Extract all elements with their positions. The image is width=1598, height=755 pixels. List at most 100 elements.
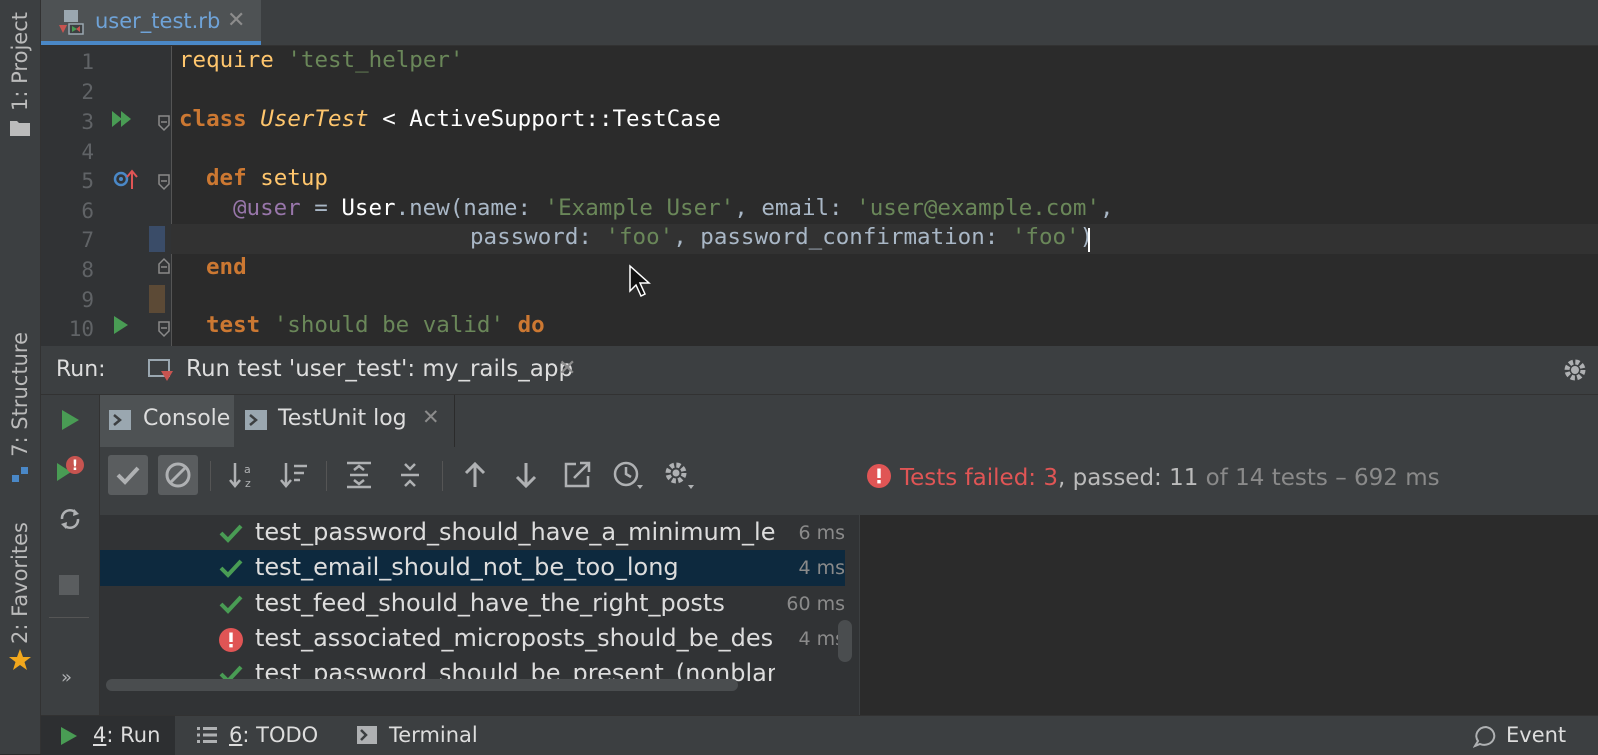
- ruby-test-file-icon: [59, 10, 84, 35]
- run-test-icon[interactable]: [112, 314, 130, 336]
- close-tab-icon[interactable]: ✕: [227, 8, 245, 33]
- text-caret: [1088, 228, 1090, 252]
- todo-list-icon: [197, 727, 217, 743]
- active-tab-indicator: [41, 41, 261, 45]
- run-tool-window-header: Run: Run test 'user_test': my_rails_app …: [41, 346, 1598, 395]
- history-clock-icon: [613, 461, 643, 489]
- terminal-tool-label: Terminal: [389, 723, 478, 747]
- sort-alpha-icon: az: [229, 463, 251, 490]
- code-line-6[interactable]: @user = User.new(name: 'Example User', e…: [233, 195, 1114, 221]
- expand-all-button[interactable]: [339, 455, 379, 495]
- run-config-label: Run test 'user_test': my_rails_app: [186, 356, 574, 382]
- code-line-10[interactable]: test 'should be valid' do: [206, 312, 545, 338]
- change-marker-modified: [149, 285, 165, 313]
- test-output-pane[interactable]: [860, 515, 1598, 715]
- close-log-tab-icon[interactable]: ✕: [422, 405, 440, 429]
- tab-console[interactable]: Console: [100, 395, 234, 447]
- test-runner-toolbar: az Tests failed: 3, passed: 11 of 14 tes…: [100, 447, 1598, 515]
- test-run-config-icon: [148, 359, 173, 381]
- check-icon: [116, 466, 140, 485]
- structure-icon: [12, 466, 28, 482]
- tree-horizontal-scrollbar[interactable]: [106, 679, 738, 691]
- fold-marker-icon[interactable]: [157, 173, 171, 191]
- fold-marker-icon[interactable]: [157, 114, 171, 132]
- arrow-down-icon: [515, 463, 537, 489]
- run-tool-label: 4: Run: [93, 723, 161, 747]
- passed-check-icon: [219, 524, 243, 543]
- test-row[interactable]: test_password_should_have_a_minimum_le 6…: [100, 515, 845, 551]
- change-marker: [149, 226, 165, 252]
- toolbar-divider: [442, 461, 443, 491]
- code-line-8[interactable]: end: [206, 254, 247, 280]
- test-status-summary: Tests failed: 3, passed: 11 of 14 tests …: [866, 463, 1440, 491]
- line-number: 2: [81, 80, 94, 104]
- svg-text:!: !: [72, 458, 78, 474]
- test-history-button[interactable]: [608, 455, 648, 495]
- editor-tab-label: user_test.rb: [95, 9, 221, 33]
- rerun-icon[interactable]: [58, 408, 82, 432]
- fold-marker-icon[interactable]: [157, 320, 171, 338]
- pane-splitter[interactable]: [859, 515, 860, 715]
- more-actions-icon[interactable]: »: [61, 667, 72, 688]
- toolbar-divider: [326, 461, 327, 491]
- test-row-selected[interactable]: test_email_should_not_be_too_long 4 ms: [100, 550, 845, 586]
- run-icon: [61, 727, 77, 745]
- test-row[interactable]: test_feed_should_have_the_right_posts 60…: [100, 586, 845, 622]
- toggle-auto-test-icon[interactable]: [56, 505, 84, 533]
- favorites-tool-label: 2: Favorites: [8, 522, 32, 644]
- export-results-button[interactable]: [557, 455, 597, 495]
- line-number: 3: [81, 110, 94, 134]
- event-log-button[interactable]: Event: [1473, 716, 1598, 755]
- collapse-all-button[interactable]: [390, 455, 430, 495]
- collapse-all-icon: [401, 463, 419, 487]
- rerun-failed-tests-icon[interactable]: !: [55, 455, 87, 485]
- code-line-5[interactable]: def setup: [206, 165, 328, 191]
- expand-all-icon: [347, 461, 371, 489]
- structure-tool-tab[interactable]: 7: Structure: [0, 332, 40, 485]
- show-passed-toggle[interactable]: [108, 455, 148, 495]
- editor-tab-user-test[interactable]: user_test.rb ✕: [41, 0, 261, 45]
- run-all-tests-icon[interactable]: [110, 109, 134, 129]
- sort-by-duration-button[interactable]: [274, 455, 314, 495]
- tree-clip: [760, 515, 772, 655]
- test-row[interactable]: test_associated_microposts_should_be_des…: [100, 621, 845, 657]
- next-failed-test-button[interactable]: [506, 455, 546, 495]
- code-line-1[interactable]: require 'test_helper': [179, 47, 463, 73]
- editor-tab-bar: [41, 0, 1598, 46]
- line-number: 1: [81, 50, 94, 74]
- failed-error-icon: [219, 628, 243, 652]
- previous-failed-test-button[interactable]: [455, 455, 495, 495]
- close-run-tab-icon[interactable]: ✕: [558, 356, 576, 381]
- stop-icon[interactable]: [59, 575, 79, 595]
- code-line-3[interactable]: class UserTest < ActiveSupport::TestCase: [179, 106, 721, 132]
- sort-duration-icon: [280, 463, 307, 488]
- tab-testunit-log[interactable]: TestUnit log ✕: [235, 395, 453, 447]
- toolbar-divider: [49, 617, 89, 618]
- line-number: 8: [81, 258, 94, 282]
- line-number: 6: [81, 199, 94, 223]
- project-tool-tab[interactable]: 1: Project: [0, 12, 40, 137]
- todo-tool-button[interactable]: 6: TODO: [196, 716, 346, 755]
- test-results-tree[interactable]: test_password_should_have_a_minimum_le 6…: [100, 515, 860, 715]
- settings-gear-icon[interactable]: [1561, 356, 1589, 384]
- toolbar-divider: [210, 461, 211, 491]
- code-line-7[interactable]: password: 'foo', password_confirmation: …: [470, 224, 1093, 250]
- show-ignored-toggle[interactable]: [158, 455, 198, 495]
- fold-end-icon[interactable]: [157, 257, 171, 275]
- run-content-tabs: Console TestUnit log ✕: [100, 395, 1598, 448]
- tests-passed-count: , passed: 11: [1058, 465, 1199, 491]
- test-settings-button[interactable]: [659, 455, 699, 495]
- line-number: 5: [81, 169, 94, 193]
- svg-text:a: a: [244, 463, 251, 476]
- run-config-tab[interactable]: Run test 'user_test': my_rails_app ✕: [141, 346, 611, 394]
- tab-testunit-log-label: TestUnit log: [278, 406, 407, 431]
- sort-alphabetically-button[interactable]: az: [223, 455, 263, 495]
- favorites-tool-tab[interactable]: 2: Favorites: [0, 522, 40, 672]
- gutter-divider: [171, 46, 172, 346]
- run-side-toolbar: ! »: [41, 395, 100, 715]
- override-method-icon[interactable]: [112, 167, 138, 191]
- folder-icon: [10, 120, 30, 136]
- terminal-tool-button[interactable]: Terminal: [356, 716, 506, 755]
- run-tool-button[interactable]: 4: Run: [41, 716, 175, 755]
- tree-vertical-scrollbar[interactable]: [838, 620, 852, 662]
